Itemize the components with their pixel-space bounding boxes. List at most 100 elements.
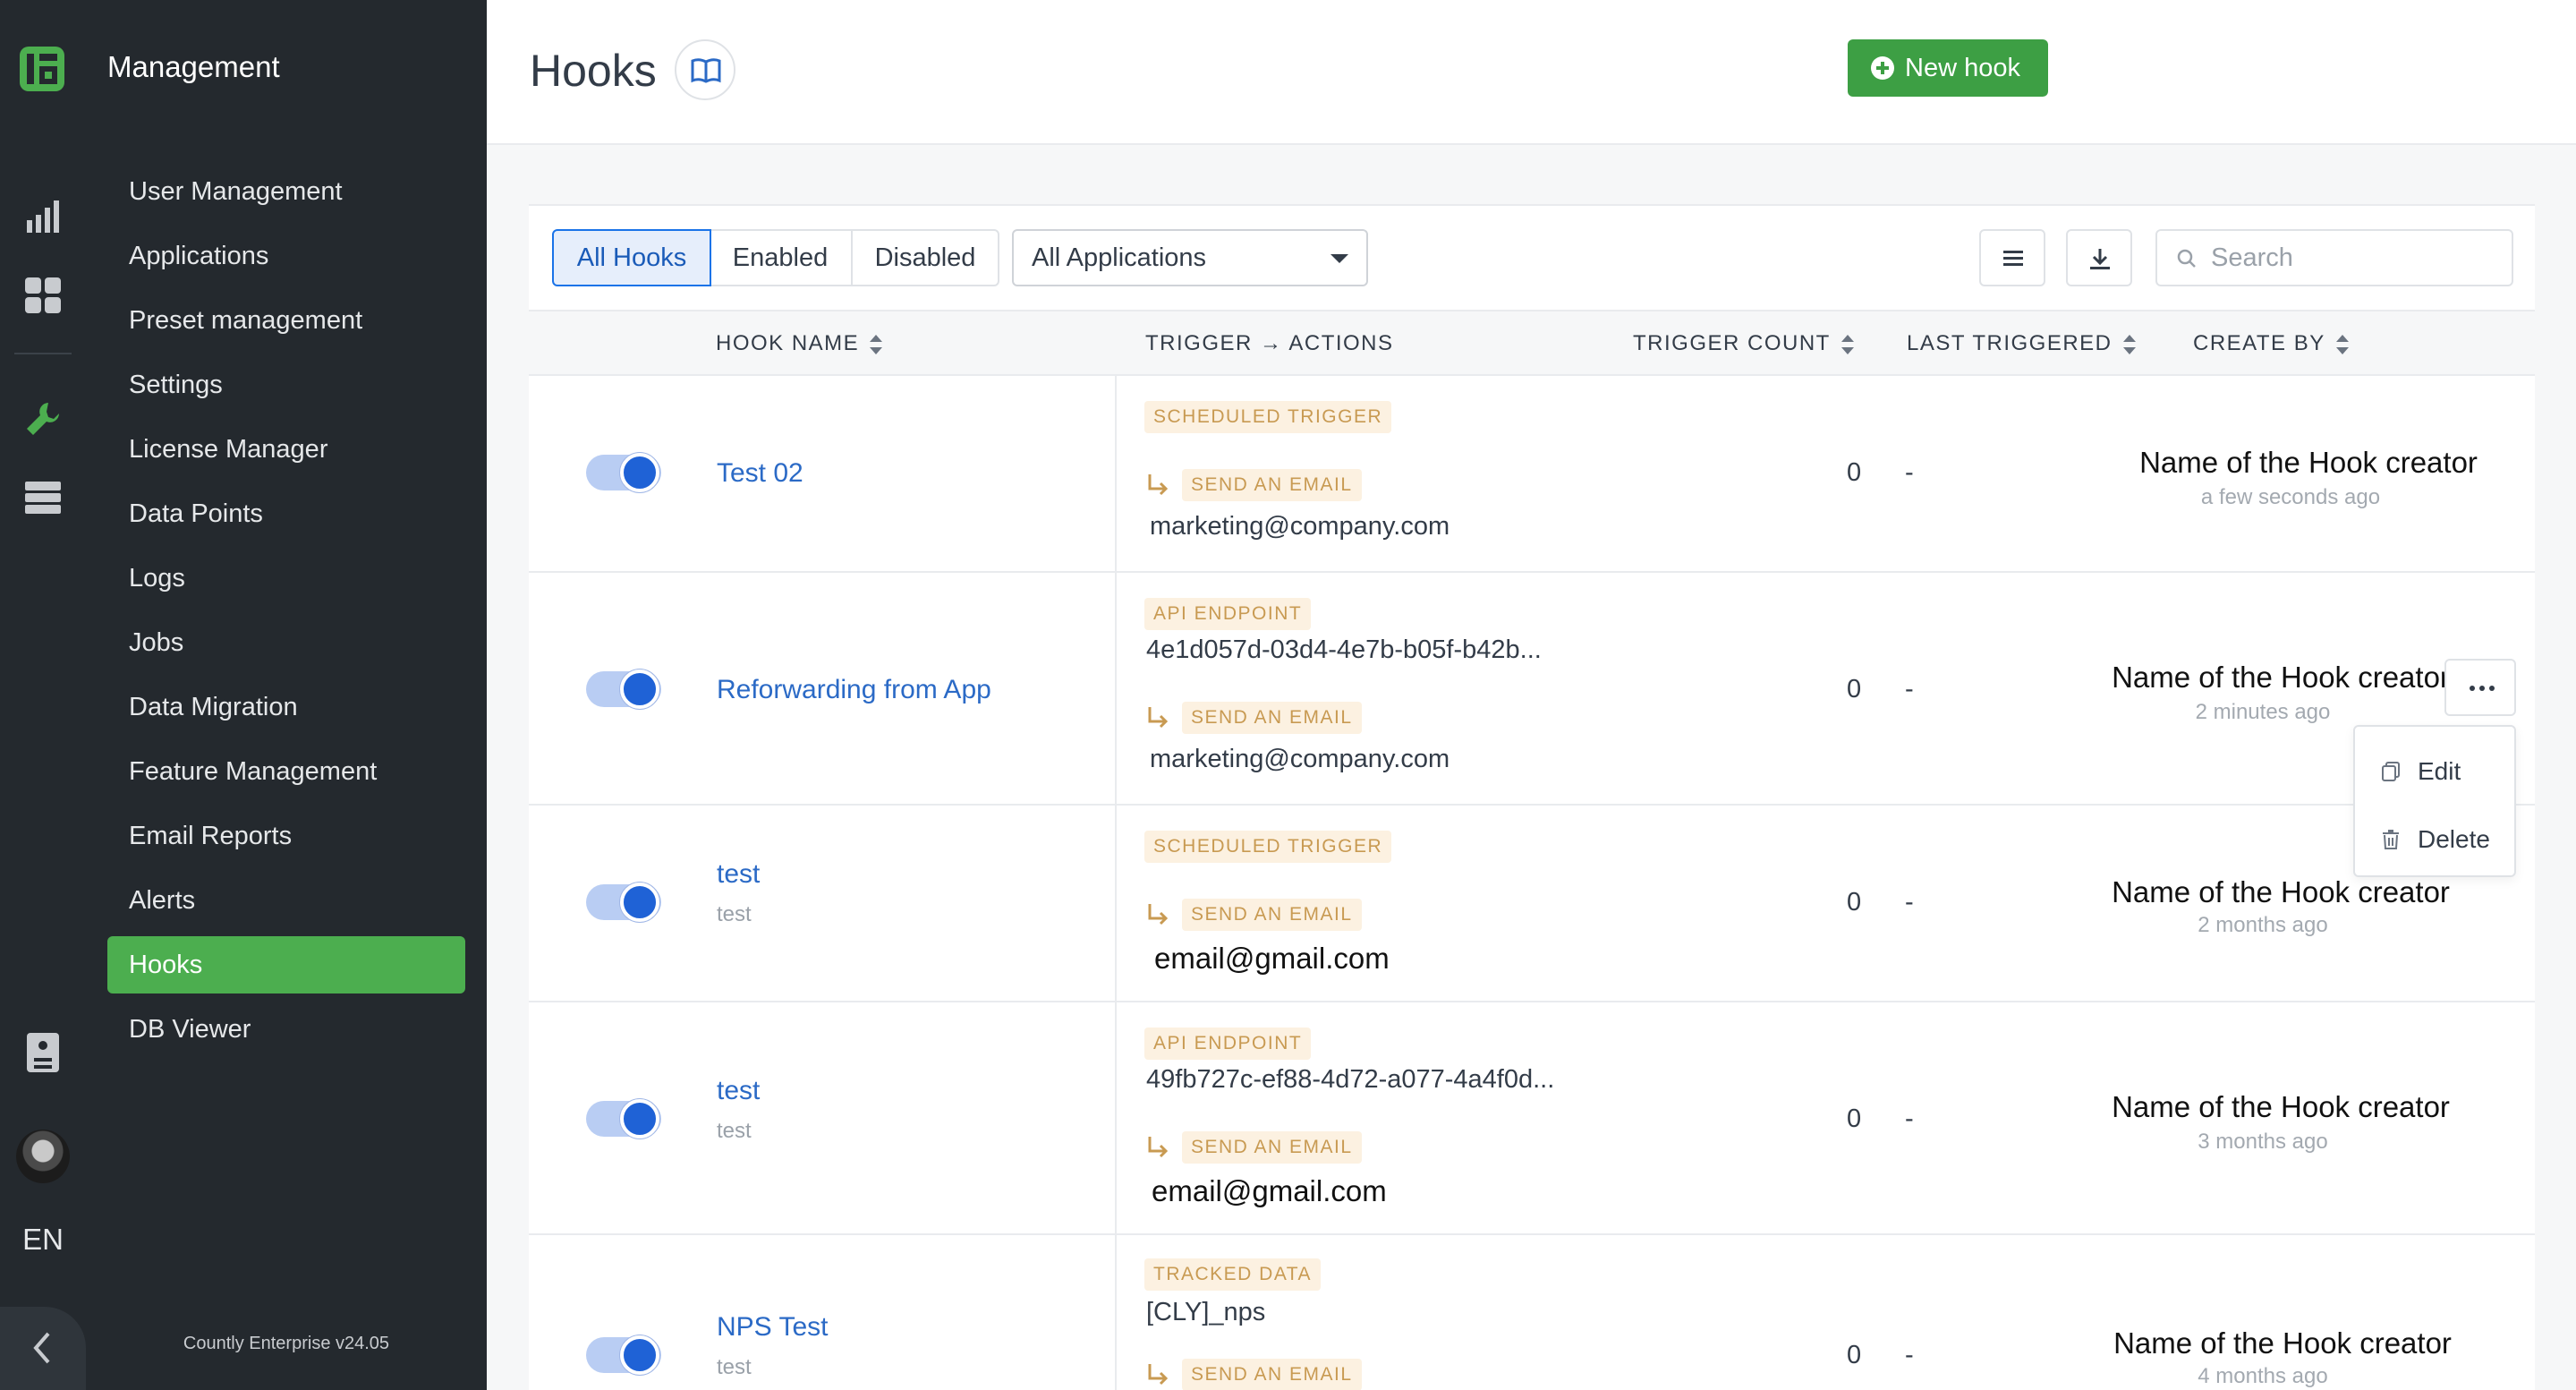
countly-logo-icon[interactable] <box>18 45 66 93</box>
tab-all-hooks[interactable]: All Hooks <box>552 229 711 286</box>
copy-icon <box>2382 762 2400 781</box>
export-button[interactable] <box>2066 229 2132 286</box>
new-hook-button[interactable]: New hook <box>1848 39 2048 97</box>
hook-enabled-toggle[interactable] <box>586 1335 661 1375</box>
plus-circle-icon <box>1871 56 1894 80</box>
action-badge: SEND AN EMAIL <box>1182 1131 1362 1164</box>
trigger-column-divider <box>1115 806 1117 1001</box>
trigger-badge: SCHEDULED TRIGGER <box>1144 831 1392 863</box>
hook-name-link[interactable]: test <box>717 1076 760 1106</box>
menu-item-alerts[interactable]: Alerts <box>107 872 465 929</box>
menu-item-user-management[interactable]: User Management <box>107 163 465 220</box>
sort-icon <box>2335 334 2349 354</box>
column-hook-name[interactable]: HOOK NAME <box>716 331 883 356</box>
search-icon <box>2177 249 2196 268</box>
rail-divider <box>14 353 72 354</box>
trigger-count: 0 <box>1847 888 1862 917</box>
menu-item-license-manager[interactable]: License Manager <box>107 421 465 478</box>
table-row[interactable]: Reforwarding from App API ENDPOINT 4e1d0… <box>529 573 2535 806</box>
trigger-badge: TRACKED DATA <box>1144 1258 1322 1291</box>
hook-enabled-toggle[interactable] <box>586 1099 661 1138</box>
user-avatar[interactable] <box>16 1130 70 1183</box>
menu-item-applications[interactable]: Applications <box>107 227 465 285</box>
hook-name-link[interactable]: NPS Test <box>717 1312 829 1343</box>
wrench-icon[interactable] <box>21 397 64 440</box>
menu-item-db-viewer[interactable]: DB Viewer <box>107 1001 465 1058</box>
action-badge: SEND AN EMAIL <box>1182 469 1362 501</box>
row-actions-menu: Edit Delete <box>2353 725 2516 877</box>
creator-name: Name of the Hook creator <box>2139 446 2478 479</box>
menu-item-data-points[interactable]: Data Points <box>107 485 465 542</box>
hook-description: test <box>717 1355 752 1379</box>
list-icon <box>2003 251 2023 266</box>
hook-name-link[interactable]: Test 02 <box>717 458 803 489</box>
subdirectory-arrow-icon <box>1146 705 1169 729</box>
sort-icon <box>2122 334 2136 354</box>
document-icon[interactable] <box>21 1031 64 1074</box>
action-badge: SEND AN EMAIL <box>1182 899 1362 931</box>
tab-disabled[interactable]: Disabled <box>851 229 999 286</box>
language-switcher[interactable]: EN <box>0 1223 86 1257</box>
trigger-column-divider <box>1115 1002 1117 1233</box>
table-row[interactable]: NPS Test test TRACKED DATA [CLY]_nps SEN… <box>529 1235 2535 1390</box>
server-icon[interactable] <box>21 476 64 519</box>
last-triggered: - <box>1905 888 1914 917</box>
creator-name: Name of the Hook creator <box>2112 875 2450 908</box>
column-last-triggered[interactable]: LAST TRIGGERED <box>1907 331 2136 356</box>
column-settings-button[interactable] <box>1979 229 2045 286</box>
created-time: 2 months ago <box>2198 913 2328 937</box>
subdirectory-arrow-icon <box>1146 473 1169 496</box>
row-more-button[interactable] <box>2444 659 2516 716</box>
column-create-by[interactable]: CREATE BY <box>2193 331 2349 356</box>
menu-edit[interactable]: Edit <box>2355 745 2514 798</box>
sort-icon <box>1841 334 1854 354</box>
sort-icon <box>870 334 883 354</box>
menu-item-jobs[interactable]: Jobs <box>107 614 465 671</box>
subdirectory-arrow-icon <box>1146 1362 1169 1386</box>
menu-item-email-reports[interactable]: Email Reports <box>107 807 465 865</box>
trigger-badge: SCHEDULED TRIGGER <box>1144 401 1392 433</box>
icon-rail: EN <box>0 0 86 1390</box>
hook-description: test <box>717 902 752 926</box>
hook-enabled-toggle[interactable] <box>586 669 661 709</box>
menu-item-settings[interactable]: Settings <box>107 356 465 414</box>
search-input[interactable] <box>2211 242 2497 274</box>
hook-enabled-toggle[interactable] <box>586 453 661 492</box>
action-value: email@gmail.com <box>1152 1174 1387 1207</box>
analytics-bar-icon[interactable] <box>21 195 64 238</box>
menu-title: Management <box>107 50 280 83</box>
action-badge: SEND AN EMAIL <box>1182 1359 1362 1390</box>
menu-delete[interactable]: Delete <box>2355 813 2514 866</box>
creator-name: Name of the Hook creator <box>2112 1090 2450 1123</box>
created-time: 2 minutes ago <box>2195 700 2331 724</box>
last-triggered: - <box>1905 1341 1914 1369</box>
menu-item-hooks[interactable]: Hooks <box>107 936 465 993</box>
trash-icon <box>2383 830 2399 849</box>
dashboard-grid-icon[interactable] <box>21 274 64 317</box>
table-row[interactable]: Test 02 SCHEDULED TRIGGER SEND AN EMAIL … <box>529 376 2535 573</box>
menu-item-preset-management[interactable]: Preset management <box>107 292 465 349</box>
search-box[interactable] <box>2155 229 2513 286</box>
created-time: 3 months ago <box>2198 1130 2328 1154</box>
tab-enabled[interactable]: Enabled <box>710 229 853 286</box>
table-row[interactable]: test test SCHEDULED TRIGGER SEND AN EMAI… <box>529 806 2535 1002</box>
hook-name-link[interactable]: test <box>717 859 760 890</box>
trigger-value: [CLY]_nps <box>1146 1298 1266 1326</box>
hook-enabled-toggle[interactable] <box>586 883 661 922</box>
page-title: Hooks <box>530 46 657 96</box>
creator-name: Name of the Hook creator <box>2113 1326 2452 1360</box>
action-value: marketing@company.com <box>1150 512 1450 541</box>
trigger-column-divider <box>1115 573 1117 804</box>
application-select[interactable]: All Applications <box>1012 229 1368 286</box>
menu-item-data-migration[interactable]: Data Migration <box>107 678 465 736</box>
hooks-table-card: All Hooks Enabled Disabled All Applicati… <box>529 204 2535 1390</box>
hook-name-link[interactable]: Reforwarding from App <box>717 675 991 705</box>
collapse-sidebar-button[interactable] <box>0 1307 86 1390</box>
column-trigger-count[interactable]: TRIGGER COUNT <box>1633 331 1854 356</box>
menu-item-feature-management[interactable]: Feature Management <box>107 743 465 800</box>
table-row[interactable]: test test API ENDPOINT 49fb727c-ef88-4d7… <box>529 1002 2535 1235</box>
trigger-badge: API ENDPOINT <box>1144 1028 1312 1060</box>
last-triggered: - <box>1905 458 1914 487</box>
documentation-button[interactable] <box>675 39 735 100</box>
menu-item-logs[interactable]: Logs <box>107 550 465 607</box>
